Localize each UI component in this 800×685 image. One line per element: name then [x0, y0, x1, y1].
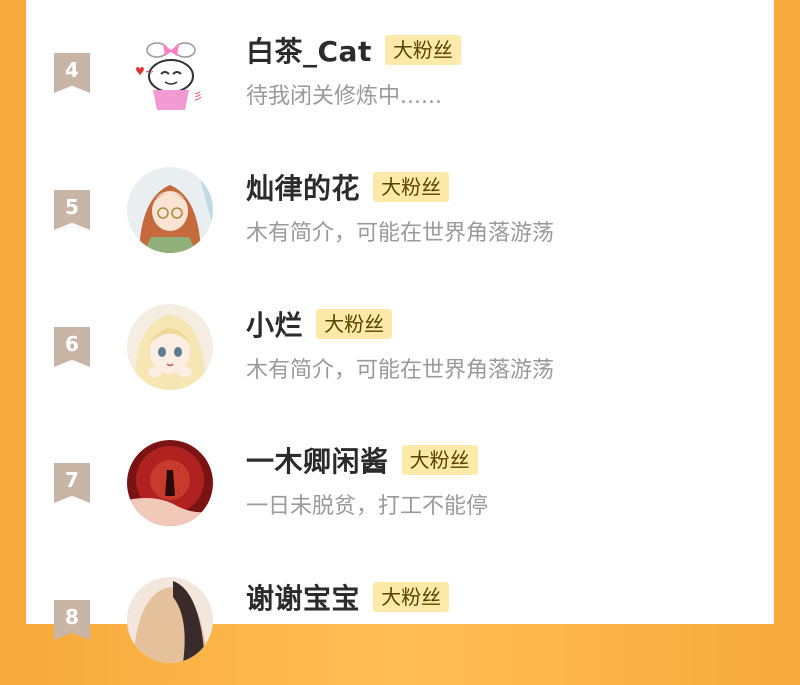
fan-list-item[interactable]: 6 小烂 大粉丝 木有简介，可能在世界角落游荡 [26, 282, 774, 412]
fan-name[interactable]: 灿律的花 [246, 167, 360, 207]
rank-ribbon: 7 [54, 463, 90, 503]
rank-ribbon: 5 [54, 190, 90, 230]
fan-level-badge: 大粉丝 [384, 35, 461, 65]
fan-level-badge: 大粉丝 [316, 309, 393, 339]
fan-bio: 待我闭关修炼中...... [246, 84, 442, 109]
rank-ribbon: 4 [54, 53, 90, 93]
fan-bio: 木有简介，可能在世界角落游荡 [246, 221, 555, 246]
rank-ribbon: 6 [54, 327, 90, 367]
fan-name[interactable]: 小烂 [246, 304, 303, 344]
fan-name[interactable]: 白茶_Cat [246, 30, 372, 70]
fan-bio: 木有简介，可能在世界角落游荡 [246, 358, 555, 383]
orange-hair-girl-avatar[interactable] [127, 167, 213, 253]
fan-list-item[interactable]: 8 谢谢宝宝 大粉丝 [26, 555, 774, 685]
blonde-girl-avatar[interactable] [127, 304, 213, 390]
fan-list-item[interactable]: 5 灿律的花 大粉丝 木有简介，可能在世界角落游荡 [26, 145, 774, 275]
red-scene-avatar[interactable] [127, 440, 213, 526]
fan-list-item[interactable]: 7 一木卿闲酱 大粉丝 一日未脱贫，打工不能停 [26, 418, 774, 548]
fan-name[interactable]: 一木卿闲酱 [246, 440, 389, 480]
svg-text:♥~: ♥~ [135, 65, 154, 78]
fan-level-badge: 大粉丝 [373, 582, 450, 612]
fan-level-badge: 大粉丝 [401, 445, 478, 475]
fan-name[interactable]: 谢谢宝宝 [246, 577, 360, 617]
fan-level-badge: 大粉丝 [373, 172, 450, 202]
anime-girl-avatar[interactable] [127, 577, 213, 663]
fan-list-item[interactable]: 4 ♥~ 彡 白茶_Cat 大粉丝 待我闭关修炼中...... [26, 8, 774, 138]
fan-ranking-list: 4 ♥~ 彡 白茶_Cat 大粉丝 待我闭关修炼中...... 5 灿律的花 大… [26, 0, 774, 663]
fan-bio: 一日未脱贫，打工不能停 [246, 494, 489, 519]
bunny-avatar-icon[interactable]: ♥~ 彡 [127, 30, 213, 116]
rank-ribbon: 8 [54, 600, 90, 640]
svg-text:彡: 彡 [193, 92, 203, 103]
